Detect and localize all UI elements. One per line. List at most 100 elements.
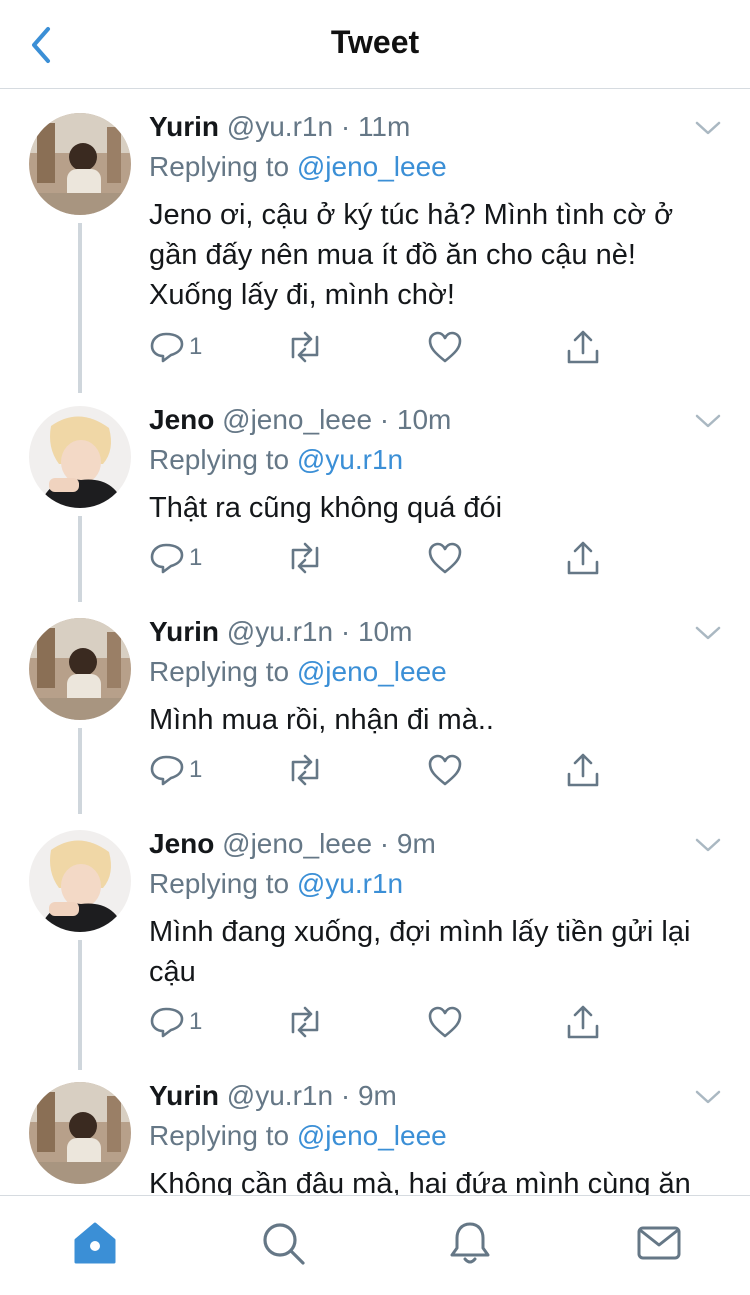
replying-label: Replying to: [149, 151, 290, 182]
avatar-yurin[interactable]: [29, 113, 131, 215]
timestamp: 11m: [357, 111, 411, 142]
separator-dot: ·: [379, 404, 390, 435]
more-chevron-down-icon[interactable]: [694, 1088, 722, 1106]
display-name[interactable]: Jeno: [149, 828, 214, 859]
retweet-button[interactable]: [285, 327, 325, 367]
more-chevron-down-icon[interactable]: [694, 412, 722, 430]
timestamp: 9m: [396, 828, 436, 859]
tweet-yurin-1[interactable]: Yurin @yu.r1n · 11m Replying to @jeno_le…: [0, 89, 750, 393]
tweet-text: Thật ra cũng không quá đói: [149, 488, 729, 528]
reply-icon: [150, 1007, 184, 1038]
replying-to: Replying to @jeno_leee: [149, 656, 447, 688]
tweet-text-line: Mình đang xuống, đợi mình lấy tiền gửi l…: [149, 916, 691, 948]
reply-count: 1: [189, 756, 203, 783]
tweet-jeno-1[interactable]: Jeno @jeno_leee · 10m Replying to @yu.r1…: [0, 376, 750, 602]
tweet-header: Jeno @jeno_leee · 9m: [149, 828, 436, 860]
separator-dot: ·: [340, 616, 351, 647]
tweet-text: Mình mua rồi, nhận đi mà..: [149, 700, 729, 740]
like-button[interactable]: [427, 327, 463, 367]
tweet-text-line: Jeno ơi, cậu ở ký túc hả? Mình tình cờ ở: [149, 199, 674, 231]
separator-dot: ·: [379, 828, 390, 859]
display-name[interactable]: Yurin: [149, 616, 219, 647]
retweet-button[interactable]: [285, 538, 325, 578]
share-icon: [567, 753, 599, 787]
retweet-icon: [291, 754, 319, 786]
handle[interactable]: @jeno_leee: [222, 828, 372, 859]
retweet-button[interactable]: [285, 1002, 325, 1042]
reply-mention-link[interactable]: @yu.r1n: [297, 444, 403, 475]
like-button[interactable]: [427, 1002, 463, 1042]
tweet-text-line: gần đấy nên mua ít đồ ăn cho cậu nè!: [149, 239, 636, 271]
replying-to: Replying to @yu.r1n: [149, 868, 403, 900]
like-button[interactable]: [427, 750, 463, 790]
tweet-actions: 1: [149, 538, 619, 578]
tweet-jeno-2[interactable]: Jeno @jeno_leee · 9m Replying to @yu.r1n…: [0, 800, 750, 1070]
timestamp: 9m: [357, 1080, 397, 1111]
share-button[interactable]: [565, 750, 601, 790]
handle[interactable]: @yu.r1n: [227, 1080, 333, 1111]
reply-mention-link[interactable]: @yu.r1n: [297, 868, 403, 899]
retweet-icon: [291, 542, 319, 574]
share-button[interactable]: [565, 1002, 601, 1042]
replying-to: Replying to @jeno_leee: [149, 1120, 447, 1152]
reply-button[interactable]: 1: [149, 1002, 202, 1042]
separator-dot: ·: [340, 111, 351, 142]
bottom-tab-bar: [0, 1195, 750, 1295]
tweet-header: Yurin @yu.r1n · 10m: [149, 616, 412, 648]
tweet-text-line: Xuống lấy đi, mình chờ!: [149, 279, 455, 311]
tweet-header: Yurin @yu.r1n · 11m: [149, 111, 410, 143]
share-button[interactable]: [565, 538, 601, 578]
reply-mention-link[interactable]: @jeno_leee: [297, 151, 447, 182]
replying-to: Replying to @yu.r1n: [149, 444, 403, 476]
handle[interactable]: @yu.r1n: [227, 616, 333, 647]
reply-count: 1: [189, 333, 203, 360]
handle[interactable]: @jeno_leee: [222, 404, 372, 435]
thread-line: [78, 223, 82, 393]
reply-button[interactable]: 1: [149, 750, 202, 790]
handle[interactable]: @yu.r1n: [227, 111, 333, 142]
top-bar: Tweet: [0, 0, 750, 89]
replying-to: Replying to @jeno_leee: [149, 151, 447, 183]
display-name[interactable]: Yurin: [149, 1080, 219, 1111]
share-icon: [567, 541, 599, 575]
search-icon[interactable]: [260, 1220, 306, 1266]
mail-icon[interactable]: [636, 1220, 682, 1266]
share-button[interactable]: [565, 327, 601, 367]
home-icon[interactable]: [72, 1220, 118, 1266]
replying-label: Replying to: [149, 444, 290, 475]
avatar-jeno[interactable]: [29, 830, 131, 932]
more-chevron-down-icon[interactable]: [694, 119, 722, 137]
retweet-icon: [291, 331, 319, 363]
display-name[interactable]: Yurin: [149, 111, 219, 142]
tweet-text-line: Không cần đâu mà, hai đứa mình cùng ăn: [149, 1168, 691, 1195]
reply-button[interactable]: 1: [149, 538, 202, 578]
reply-mention-link[interactable]: @jeno_leee: [297, 1120, 447, 1151]
retweet-button[interactable]: [285, 750, 325, 790]
tweet-text-line: cậu: [149, 956, 196, 988]
tweet-header: Jeno @jeno_leee · 10m: [149, 404, 451, 436]
more-chevron-down-icon[interactable]: [694, 836, 722, 854]
like-button[interactable]: [427, 538, 463, 578]
avatar-yurin[interactable]: [29, 1082, 131, 1184]
retweet-icon: [291, 1006, 319, 1038]
tweet-yurin-2[interactable]: Yurin @yu.r1n · 10m Replying to @jeno_le…: [0, 588, 750, 814]
tweet-yurin-3[interactable]: Yurin @yu.r1n · 9m Replying to @jeno_lee…: [0, 1052, 750, 1195]
display-name[interactable]: Jeno: [149, 404, 214, 435]
share-icon: [567, 1005, 599, 1039]
thread-line: [78, 940, 82, 1070]
thread-line: [78, 376, 82, 388]
reply-button[interactable]: 1: [149, 327, 202, 367]
reply-mention-link[interactable]: @jeno_leee: [297, 656, 447, 687]
heart-icon: [428, 331, 462, 363]
tweet-text-line: Mình mua rồi, nhận đi mà..: [149, 704, 494, 736]
reply-icon: [150, 543, 184, 574]
page-title: Tweet: [330, 24, 420, 60]
reply-count: 1: [189, 544, 203, 571]
bell-icon[interactable]: [447, 1220, 493, 1266]
avatar-yurin[interactable]: [29, 618, 131, 720]
tweet-actions: 1: [149, 1002, 619, 1042]
reply-count: 1: [189, 1008, 203, 1035]
reply-icon: [150, 332, 184, 363]
more-chevron-down-icon[interactable]: [694, 624, 722, 642]
avatar-jeno[interactable]: [29, 406, 131, 508]
